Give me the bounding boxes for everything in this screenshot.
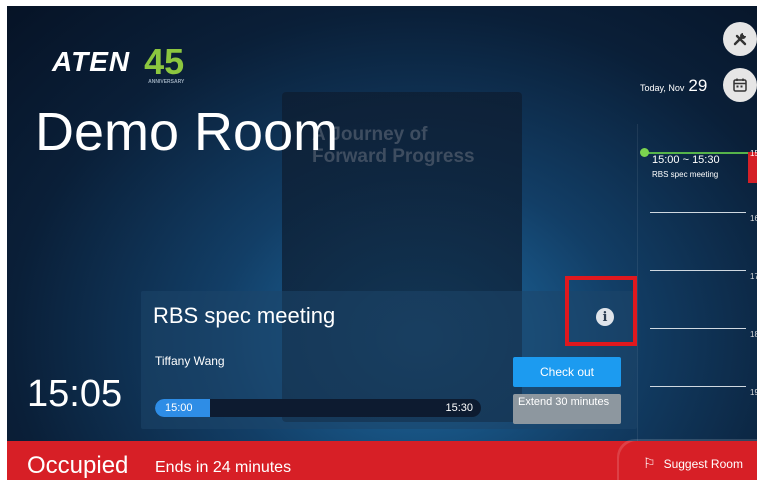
date-day: 29 [688,76,708,95]
room-search-icon: ⚐ [643,455,656,471]
anniversary-badge: 45 ANNIVERSARY [144,41,185,85]
status-bar: Occupied Ends in 24 minutes ⚐ Suggest Ro… [7,441,757,480]
room-name: Demo Room [35,102,339,162]
extend-meeting-button[interactable]: Extend 30 minutes [513,394,621,424]
brand-logo: ATEN 45 ANNIVERSARY [52,41,185,85]
calendar-icon [733,78,747,92]
schedule-timeline[interactable]: 15 15:00 ~ 15:30 RBS spec meeting 16 17 … [637,124,757,444]
tools-icon [733,33,747,46]
suggest-room-button[interactable]: ⚐ Suggest Room [619,441,757,480]
date-prefix: Today, Nov [640,83,685,93]
hour-label-17: 17 [750,272,757,281]
hour-line [650,212,746,213]
anniversary-number: 45 [144,41,185,82]
meeting-card: RBS spec meeting i Tiffany Wang 15:00 15… [141,291,637,429]
current-time: 15:05 [27,373,123,415]
anniversary-sub: ANNIVERSARY [148,79,185,85]
meeting-organizer: Tiffany Wang [155,354,225,368]
hour-label-19: 19 [750,388,757,397]
today-date: Today, Nov 29 [640,76,707,96]
meeting-title: RBS spec meeting [153,303,336,328]
hour-line [650,270,746,271]
aten-logo: ATEN [52,46,131,77]
room-display-screen: A Journey of Forward Progress ATEN 45 AN… [7,6,757,480]
slot-time: 15:00 ~ 15:30 [652,154,720,166]
status-detail: Ends in 24 minutes [155,459,292,476]
hour-label-16: 16 [750,214,757,223]
slot-name: RBS spec meeting [652,170,719,179]
check-out-button[interactable]: Check out [513,357,621,387]
current-time-marker [640,148,649,157]
hour-label-18: 18 [750,330,757,339]
hour-label-15: 15 [750,149,757,158]
meeting-progress-bar: 15:00 15:30 [155,399,481,417]
hour-line [650,386,746,387]
calendar-button[interactable] [723,68,757,102]
meeting-start-time: 15:00 [165,402,193,414]
meeting-end-time: 15:30 [445,402,473,414]
suggest-room-label: Suggest Room [663,456,743,471]
settings-button[interactable] [723,22,757,56]
highlight-box [565,276,637,346]
room-status: Occupied [27,452,129,479]
hour-line [650,328,746,329]
